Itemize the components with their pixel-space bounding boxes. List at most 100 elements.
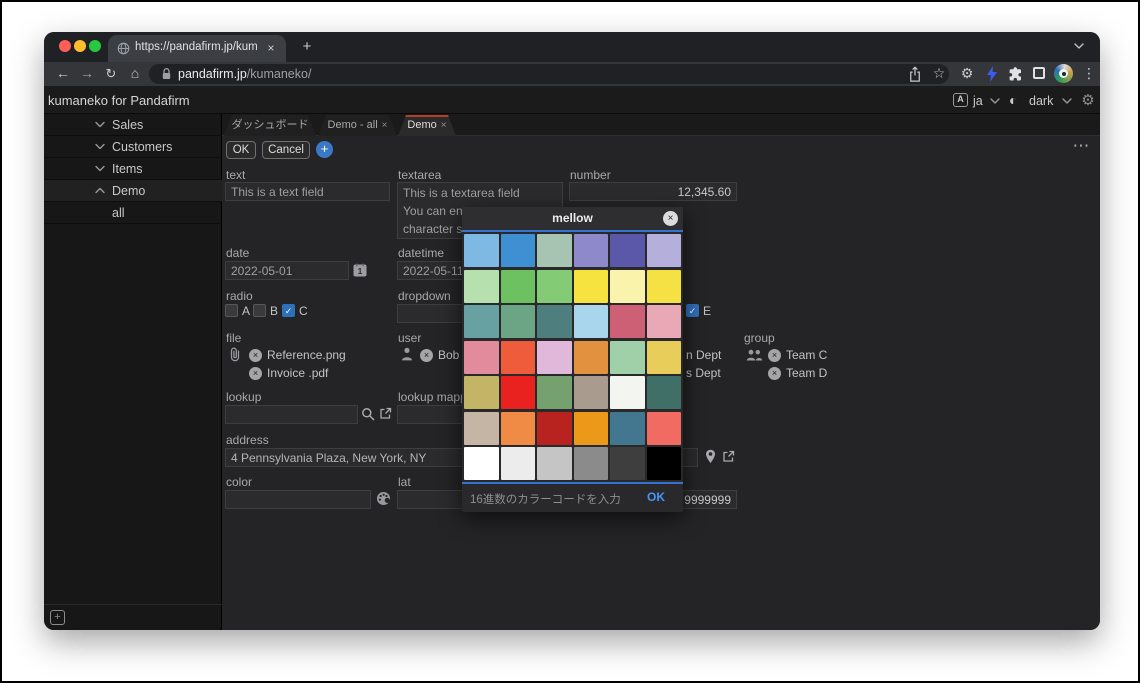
sidebar-item-demo[interactable]: Demo ⚙ [44, 180, 222, 202]
add-record-button[interactable]: + [316, 141, 333, 158]
external-link-icon[interactable] [379, 407, 392, 420]
color-swatch[interactable] [610, 234, 645, 267]
color-swatch[interactable] [537, 305, 572, 338]
text-field-input[interactable]: This is a text field [225, 182, 390, 201]
color-swatch[interactable] [464, 447, 499, 480]
sidepanel-icon[interactable] [1033, 67, 1045, 79]
new-tab-button[interactable]: + [298, 37, 316, 57]
checkbox-option-e[interactable]: ✓ [686, 304, 699, 317]
color-swatch[interactable] [501, 341, 536, 374]
color-swatch[interactable] [647, 305, 682, 338]
color-swatch[interactable] [537, 270, 572, 303]
remove-file-icon[interactable]: × [249, 349, 262, 362]
share-icon[interactable] [908, 66, 922, 83]
color-swatch[interactable] [464, 412, 499, 445]
extensions-puzzle-icon[interactable] [1008, 66, 1023, 81]
radio-option-c-checkbox[interactable]: ✓ [282, 304, 295, 317]
color-swatch[interactable] [574, 305, 609, 338]
theme-chevron-icon[interactable] [1062, 98, 1072, 104]
color-swatch[interactable] [574, 376, 609, 409]
color-swatch[interactable] [647, 412, 682, 445]
remove-user-icon[interactable]: × [420, 349, 433, 362]
color-swatch[interactable] [537, 412, 572, 445]
color-swatch[interactable] [647, 234, 682, 267]
language-chevron-icon[interactable] [990, 98, 1000, 104]
tab-demo[interactable]: Demo× [398, 115, 456, 136]
traffic-light-close[interactable] [59, 40, 71, 52]
more-menu-icon[interactable]: ⋯ [1068, 136, 1094, 156]
external-link-icon[interactable] [722, 450, 735, 463]
date-field-input[interactable]: 2022-05-01 [225, 261, 349, 280]
color-swatch[interactable] [610, 376, 645, 409]
back-button[interactable]: ← [54, 64, 72, 83]
number-field-input[interactable]: 12,345.60 [569, 182, 737, 201]
color-swatch[interactable] [501, 305, 536, 338]
person-icon[interactable] [401, 347, 413, 361]
profile-avatar[interactable] [1054, 64, 1073, 83]
cancel-button[interactable]: Cancel [262, 141, 310, 159]
paperclip-icon[interactable] [229, 347, 241, 362]
radio-option-b-checkbox[interactable] [253, 304, 266, 317]
color-swatch[interactable] [501, 234, 536, 267]
color-swatch[interactable] [501, 376, 536, 409]
color-swatch[interactable] [464, 305, 499, 338]
color-swatch[interactable] [501, 447, 536, 480]
palette-icon[interactable] [376, 491, 391, 506]
color-swatch[interactable] [647, 270, 682, 303]
ok-button[interactable]: OK [226, 141, 256, 159]
color-swatch[interactable] [574, 412, 609, 445]
color-swatch[interactable] [574, 341, 609, 374]
bookmark-star-icon[interactable]: ☆ [931, 64, 947, 83]
forward-button[interactable]: → [78, 64, 96, 83]
tab-dashboard[interactable]: ダッシュボード [224, 115, 316, 136]
traffic-light-minimize[interactable] [74, 40, 86, 52]
color-swatch[interactable] [537, 341, 572, 374]
chevron-down-icon[interactable] [95, 143, 105, 150]
remove-group-icon[interactable]: × [768, 349, 781, 362]
color-swatch[interactable] [574, 270, 609, 303]
calendar-icon[interactable] [353, 263, 367, 277]
color-swatch[interactable] [501, 412, 536, 445]
chevron-down-icon[interactable] [95, 121, 105, 128]
home-button[interactable]: ⌂ [126, 64, 144, 83]
color-swatch[interactable] [501, 270, 536, 303]
sidebar-subitem-all[interactable]: all [44, 202, 222, 224]
color-swatch[interactable] [464, 341, 499, 374]
color-swatch[interactable] [464, 376, 499, 409]
lookup-field-input[interactable] [225, 405, 358, 424]
extension-gear-icon[interactable]: ⚙ [959, 64, 975, 83]
color-swatch[interactable] [647, 447, 682, 480]
color-swatch[interactable] [610, 305, 645, 338]
color-swatch[interactable] [464, 234, 499, 267]
tab-demo-all[interactable]: Demo - all× [318, 115, 397, 136]
hex-code-input[interactable]: 16進数のカラーコードを入力 [470, 491, 621, 507]
map-pin-icon[interactable] [705, 449, 716, 464]
sidebar-item-customers[interactable]: Customers ⚙ [44, 136, 222, 158]
chevron-up-icon[interactable] [95, 187, 105, 194]
theme-select[interactable]: dark [1029, 94, 1053, 108]
color-swatch[interactable] [537, 234, 572, 267]
color-swatch[interactable] [610, 447, 645, 480]
color-swatch[interactable] [574, 447, 609, 480]
color-swatch[interactable] [610, 341, 645, 374]
color-swatch[interactable] [537, 376, 572, 409]
color-swatch[interactable] [610, 270, 645, 303]
tab-close-icon[interactable]: × [441, 120, 447, 131]
extension-bolt-icon[interactable] [986, 66, 998, 82]
tab-close-icon[interactable]: × [264, 39, 278, 57]
search-icon[interactable] [361, 407, 375, 421]
remove-group-icon[interactable]: × [768, 367, 781, 380]
radio-option-a-checkbox[interactable] [225, 304, 238, 317]
traffic-light-zoom[interactable] [89, 40, 101, 52]
color-swatch[interactable] [610, 412, 645, 445]
popup-close-icon[interactable]: × [663, 211, 678, 226]
color-swatch[interactable] [464, 270, 499, 303]
remove-file-icon[interactable]: × [249, 367, 262, 380]
people-icon[interactable] [746, 349, 763, 361]
color-swatch[interactable] [647, 376, 682, 409]
sidebar-item-sales[interactable]: Sales ⚙ [44, 114, 222, 136]
chevron-down-icon[interactable] [95, 165, 105, 172]
tab-close-icon[interactable]: × [382, 120, 388, 131]
reload-button[interactable]: ↻ [102, 64, 120, 83]
settings-gear-icon[interactable]: ⚙ [1080, 91, 1096, 109]
